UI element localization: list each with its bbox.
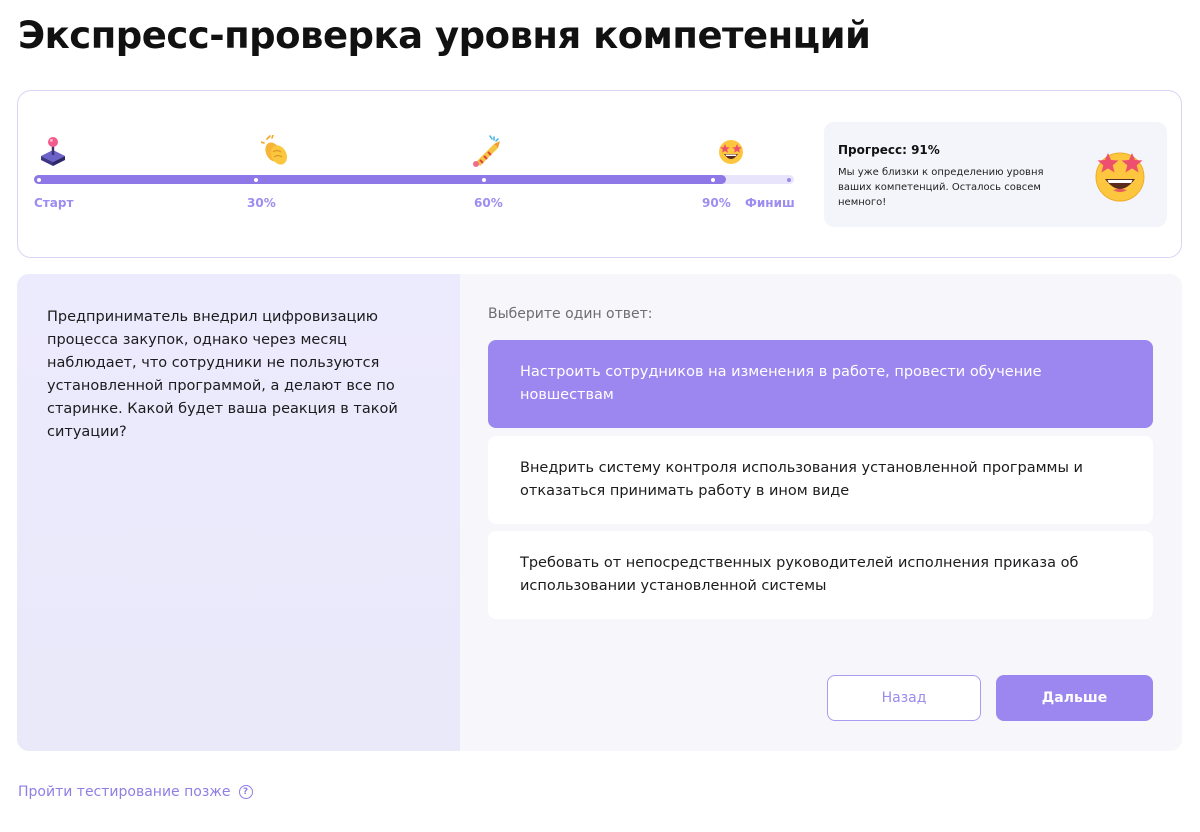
question-circle-icon[interactable]: ? (238, 785, 253, 799)
star-struck-face-icon (1095, 152, 1145, 202)
progress-card: Старт 30% 60% 90% Финиш Прогресс: 91% Мы… (17, 90, 1182, 258)
progress-bar (34, 175, 794, 184)
party-horn-icon (473, 135, 500, 167)
progress-info-text: Мы уже близки к определению уровня ваших… (838, 167, 1044, 208)
milestone-label-60: 60% (474, 196, 503, 210)
progress-dot-30 (254, 178, 258, 182)
take-test-later-label: Пройти тестирование позже (18, 784, 231, 800)
milestone-label-finish: Финиш (745, 196, 795, 210)
milestone-label-30: 30% (247, 196, 276, 210)
progress-dot-finish (787, 178, 791, 182)
answer-option-1[interactable]: Настроить сотрудников на изменения в раб… (488, 340, 1153, 428)
star-struck-icon (719, 140, 743, 164)
answer-option-text: Требовать от непосредственных руководите… (520, 555, 1079, 594)
answer-option-3[interactable]: Требовать от непосредственных руководите… (488, 531, 1153, 619)
clapping-hands-icon (261, 135, 288, 165)
progress-tracker: Старт 30% 60% 90% Финиш (34, 91, 796, 259)
progress-info-title: Прогресс: 91% (838, 143, 940, 157)
question-text: Предприниматель внедрил цифровизацию про… (47, 309, 398, 440)
joystick-icon (41, 137, 65, 166)
milestone-label-90: 90% (702, 196, 731, 210)
answer-option-text: Настроить сотрудников на изменения в раб… (520, 364, 1042, 403)
question-card: Предприниматель внедрил цифровизацию про… (17, 274, 1182, 751)
answer-option-2[interactable]: Внедрить систему контроля использования … (488, 436, 1153, 524)
page-title: Экспресс-проверка уровня компетенций (18, 14, 871, 57)
progress-dot-start (37, 178, 41, 182)
next-button[interactable]: Дальше (996, 675, 1153, 721)
take-test-later-link[interactable]: Пройти тестирование позже ? (18, 784, 253, 800)
back-button[interactable]: Назад (827, 675, 981, 721)
progress-dot-60 (482, 178, 486, 182)
progress-info-panel: Прогресс: 91% Мы уже близки к определени… (824, 122, 1167, 227)
milestone-label-start: Старт (34, 196, 74, 210)
progress-bar-fill (34, 175, 726, 184)
progress-dot-90 (711, 178, 715, 182)
question-panel: Предприниматель внедрил цифровизацию про… (17, 274, 460, 751)
answers-panel: Выберите один ответ: Настроить сотрудник… (460, 274, 1182, 751)
choose-answer-label: Выберите один ответ: (488, 306, 653, 322)
answer-option-text: Внедрить систему контроля использования … (520, 460, 1083, 499)
